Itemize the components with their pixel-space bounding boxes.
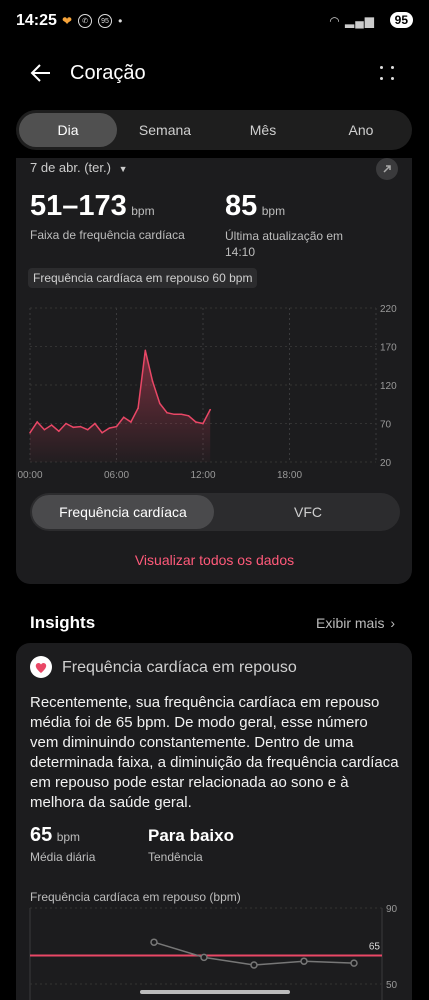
reference-label: 65 (369, 942, 381, 953)
heart-rate-point (194, 421, 197, 423)
wifi-signal-icon: ◠ ▂▄▆ (329, 14, 375, 28)
range-label: Faixa de frequência cardíaca (30, 228, 185, 242)
x-tick-label: 12:00 (190, 470, 215, 481)
heart-rate-segment[interactable]: Frequência cardíaca (32, 495, 214, 529)
chevron-right-icon: › (390, 615, 396, 631)
heart-rate-chart: 220 170 120 70 20 00:00 06:00 12:00 18:00 (17, 304, 397, 481)
expand-icon[interactable] (376, 158, 398, 180)
heart-rate-point (115, 425, 118, 428)
back-arrow-icon[interactable] (28, 60, 54, 86)
more-notifications-dot-icon: • (118, 14, 123, 28)
y-tick-label: 70 (380, 420, 392, 431)
heart-rate-area (30, 350, 211, 462)
status-notification-icons: ❤ ✆ 95 • (62, 14, 122, 28)
status-bar: 14:25 ❤ ✆ 95 • ◠ ▂▄▆ 95 (0, 0, 429, 44)
resting-hr-chart: 90 50 65 (29, 904, 398, 1000)
tab-week[interactable]: Semana (116, 110, 214, 150)
x-tick-label: 18:00 (277, 470, 302, 481)
last-label: Última atualização em 14:10 (225, 229, 344, 259)
y-tick-label: 50 (386, 980, 398, 991)
heart-icon (30, 656, 52, 678)
view-all-data-link[interactable]: Visualizar todos os dados (0, 552, 429, 568)
whatsapp-icon: ✆ (78, 14, 93, 28)
insight-card-title: Frequência cardíaca em repouso (62, 659, 297, 676)
y-tick-label: 90 (386, 904, 398, 915)
heart-rate-point (130, 421, 132, 423)
heart-rate-point (36, 421, 39, 423)
heart-rate-point (108, 427, 111, 429)
heart-rate-point (151, 380, 154, 382)
status-time: 14:25 (16, 12, 57, 29)
heart-rate-point (65, 422, 67, 425)
heart-rate-point (79, 425, 82, 428)
resting-hr-pill: Frequência cardíaca em repouso 60 bpm (28, 268, 258, 288)
more-options-icon[interactable] (378, 64, 396, 82)
hrv-segment[interactable]: VFC (216, 493, 400, 531)
y-tick-label: 220 (380, 304, 397, 315)
heart-rate-point (202, 422, 204, 425)
x-tick-label: 06:00 (104, 470, 129, 481)
trend-label: Tendência (148, 850, 203, 864)
heart-rate-point (158, 402, 161, 405)
heart-rate-point (137, 407, 139, 409)
gesture-navigation-bar (140, 990, 290, 994)
avg-label: Média diária (30, 850, 96, 864)
heart-rate-point (86, 428, 89, 431)
y-tick-label: 120 (380, 381, 397, 392)
resting-trend-point (200, 953, 208, 962)
chevron-down-icon: ▼ (118, 164, 128, 174)
tab-month[interactable]: Mês (214, 110, 312, 150)
avg-unit: bpm (56, 830, 81, 844)
heart-rate-point (209, 408, 212, 411)
last-value: 85 (225, 190, 258, 222)
tab-day[interactable]: Dia (19, 113, 117, 147)
resting-trend-point (350, 959, 358, 967)
heart-rate-point (166, 411, 168, 414)
trend-value: Para baixo (148, 826, 234, 845)
last-unit: bpm (261, 204, 286, 218)
date-selector[interactable]: 7 de abr. (ter.) ▼ (30, 160, 127, 175)
range-unit: bpm (131, 204, 155, 218)
heart-rate-point (180, 413, 183, 416)
heart-rate-point (58, 430, 60, 432)
heart-rate-point (94, 422, 96, 425)
resting-trend-point (250, 961, 258, 969)
heart-rate-point (72, 426, 75, 429)
metric-toggle: Frequência cardíaca VFC (30, 493, 400, 531)
heart-rate-point (122, 416, 125, 419)
y-tick-label: 170 (380, 343, 397, 354)
x-tick-label: 00:00 (17, 470, 42, 481)
insights-heading: Insights (30, 613, 96, 632)
heart-rate-point (50, 424, 53, 426)
avg-value: 65 (30, 824, 53, 846)
show-more-link[interactable]: Exibir mais › (316, 615, 395, 631)
resting-trend-point (150, 938, 158, 946)
resting-trend-point (300, 957, 308, 965)
page-title: Coração (70, 62, 146, 84)
show-more-label: Exibir mais (316, 615, 385, 631)
date-label: 7 de abr. (ter.) (30, 160, 111, 175)
heart-rate-point (173, 413, 175, 416)
y-tick-label: 20 (380, 458, 392, 469)
app-notification-icon: ❤ (62, 14, 73, 28)
period-tabs: Dia Semana Mês Ano (16, 110, 412, 150)
tab-year[interactable]: Ano (312, 110, 410, 150)
last-reading: 85 bpm (225, 190, 285, 223)
heart-rate-point (144, 349, 147, 352)
daily-average: 65 bpm (30, 824, 80, 847)
range-reading: 51–173 bpm (30, 190, 155, 223)
heart-rate-point (29, 431, 31, 434)
battery-indicator: 95 (389, 12, 413, 28)
heart-rate-point (101, 431, 103, 434)
insight-body: Recentemente, sua frequência cardíaca em… (30, 694, 399, 811)
range-value: 51–173 (30, 190, 127, 222)
heart-rate-point (187, 415, 190, 417)
badge-icon: 95 (98, 14, 113, 28)
heart-rate-point (43, 428, 46, 431)
